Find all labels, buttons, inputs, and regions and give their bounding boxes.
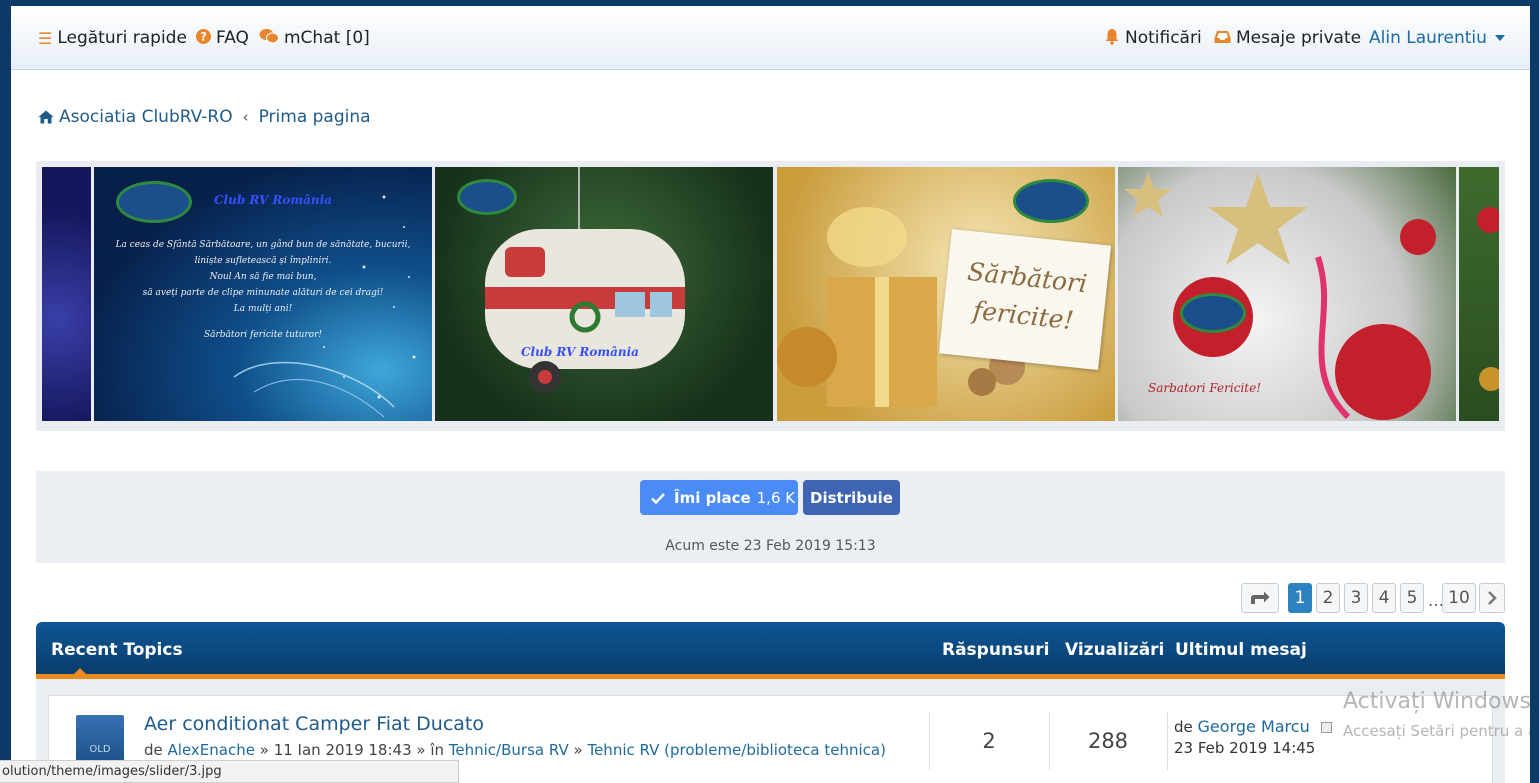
- recent-topics-title: Recent Topics: [51, 640, 183, 660]
- chevron-right-icon: [1488, 591, 1497, 605]
- facebook-like-button[interactable]: Îmi place 1,6 K: [640, 480, 798, 515]
- slide4-caption: Sarbatori Fericite!: [1148, 381, 1262, 395]
- like-count: 1,6 K: [756, 488, 796, 507]
- topic-replies-count: 2: [982, 729, 996, 753]
- share-arrow-icon: [1251, 591, 1270, 604]
- social-panel: Îmi place 1,6 K Distribuie Acum este 23 …: [36, 471, 1505, 563]
- slide-gift-card: Sărbători fericite!: [777, 167, 1115, 421]
- topic-title-link[interactable]: Aer conditionat Camper Fiat Ducato: [144, 713, 484, 735]
- greeting-card: Sărbători fericite!: [938, 228, 1112, 371]
- page-button-3[interactable]: 3: [1344, 583, 1368, 613]
- slide-partial-left: [42, 167, 91, 421]
- forum-separator: »: [573, 741, 583, 759]
- club-logo: [457, 179, 517, 215]
- club-logo: [1013, 179, 1089, 223]
- page: ☰ Legături rapide ? FAQ mChat [0] Notifi…: [11, 6, 1530, 783]
- username: Alin Laurentiu: [1369, 28, 1487, 48]
- topic-meta: de AlexEnache » 11 Ian 2019 18:43 » în T…: [144, 741, 886, 759]
- facebook-share-button[interactable]: Distribuie: [803, 480, 900, 515]
- chat-bubbles-icon: [259, 28, 279, 48]
- mchat-label: mChat [0]: [284, 28, 370, 48]
- topic-date: » 11 Ian 2019 18:43 » în: [259, 741, 444, 759]
- breadcrumb-home-link[interactable]: Asociatia ClubRV-RO: [59, 107, 233, 127]
- faq-label: FAQ: [216, 28, 249, 48]
- windows-activation-subtitle: Accesați Setări pentru a activa Windows.: [1343, 722, 1530, 740]
- slide1-brand: Club RV România: [214, 193, 332, 207]
- ornament-ball: [1479, 367, 1499, 391]
- image-slider[interactable]: Club RV România La ceas de Sfântă Sărbăt…: [36, 161, 1505, 431]
- breadcrumb-current-link[interactable]: Prima pagina: [259, 107, 371, 127]
- notifications-link[interactable]: Notificări: [1104, 26, 1202, 50]
- page-button-4[interactable]: 4: [1372, 583, 1396, 613]
- page-button-5[interactable]: 5: [1400, 583, 1424, 613]
- last-post-date: 23 Feb 2019 14:45: [1174, 739, 1316, 757]
- views-column-header: Vizualizări: [1065, 640, 1165, 660]
- slide1-spacer: [100, 317, 426, 327]
- pagination: 1 2 3 4 5 … 10: [1241, 583, 1511, 613]
- inbox-icon: [1214, 29, 1231, 48]
- question-circle-icon: ?: [196, 28, 211, 48]
- user-menu[interactable]: Alin Laurentiu: [1369, 26, 1505, 50]
- checkmark-icon: [651, 492, 665, 504]
- page-button-1[interactable]: 1: [1288, 583, 1312, 613]
- club-logo: [116, 181, 192, 223]
- card-text-line2: fericite!: [971, 295, 1076, 336]
- top-navbar: ☰ Legături rapide ? FAQ mChat [0] Notifi…: [11, 6, 1530, 70]
- card-text-line1: Sărbători: [966, 256, 1089, 299]
- slide1-line: Sărbători fericite tuturor!: [203, 330, 323, 340]
- header-notch: [74, 668, 86, 674]
- slide-ornaments: Sarbatori Fericite!: [1118, 167, 1456, 421]
- slide2-brand: Club RV România: [521, 345, 639, 359]
- topic-forum-link[interactable]: Tehnic RV (probleme/biblioteca tehnica): [587, 741, 886, 759]
- column-divider: [1167, 712, 1168, 770]
- ornament-ball: [1477, 207, 1499, 233]
- home-icon: [38, 110, 54, 124]
- windows-activation-title: Activați Windows: [1343, 689, 1530, 714]
- topic-author-link[interactable]: AlexEnache: [168, 741, 255, 759]
- slide1-line: să aveți parte de clipe minunate alături…: [142, 288, 384, 298]
- hamburger-icon: ☰: [38, 28, 53, 48]
- topic-by-label: de: [144, 741, 163, 759]
- quick-links-menu[interactable]: ☰ Legături rapide: [38, 26, 187, 50]
- private-messages-label: Mesaje private: [1236, 28, 1362, 48]
- go-to-last-post-icon[interactable]: [1320, 722, 1332, 733]
- last-post-author-link[interactable]: George Marcu: [1198, 717, 1310, 736]
- notifications-label: Notificări: [1125, 28, 1202, 48]
- slide1-line: La mulți ani!: [233, 304, 293, 314]
- breadcrumb: Asociatia ClubRV-RO ‹ Prima pagina: [38, 105, 371, 129]
- recent-topics-header: Recent Topics Răspunsuri Vizualizări Ult…: [36, 622, 1505, 679]
- breadcrumb-separator: ‹: [242, 108, 249, 126]
- page-button-2[interactable]: 2: [1316, 583, 1340, 613]
- slide1-message: La ceas de Sfântă Sărbătoare, un gând bu…: [100, 237, 426, 343]
- browser-status-bar: olution/theme/images/slider/3.jpg: [0, 760, 459, 783]
- mchat-link[interactable]: mChat [0]: [259, 26, 370, 50]
- slide1-line: Noul An să fie mai bun,: [209, 272, 317, 282]
- svg-text:?: ?: [200, 30, 207, 43]
- topic-icon-label: OLD: [89, 744, 111, 755]
- topic-views-count: 288: [1087, 729, 1129, 753]
- club-logo: [1180, 293, 1246, 333]
- jump-to-page-button[interactable]: [1241, 583, 1279, 613]
- last-post-info: de George Marcu 23 Feb 2019 14:45: [1174, 717, 1332, 757]
- current-time: Acum este 23 Feb 2019 15:13: [665, 538, 876, 554]
- page-button-10[interactable]: 10: [1442, 583, 1476, 613]
- caret-down-icon: [1494, 35, 1505, 41]
- bell-icon: [1104, 28, 1120, 49]
- slide-greeting: Club RV România La ceas de Sfântă Sărbăt…: [94, 167, 432, 421]
- last-post-by-label: de: [1174, 718, 1193, 736]
- slide-partial-right: [1459, 167, 1499, 421]
- private-messages-link[interactable]: Mesaje private: [1214, 26, 1361, 50]
- next-page-button[interactable]: [1479, 583, 1505, 613]
- last-post-column-header: Ultimul mesaj: [1175, 640, 1307, 660]
- topic-old-icon: OLD: [76, 715, 124, 765]
- slide1-line: La ceas de Sfântă Sărbătoare, un gând bu…: [115, 240, 411, 250]
- slide1-line: liniște sufletească și împliniri.: [194, 256, 332, 266]
- faq-link[interactable]: ? FAQ: [196, 26, 249, 50]
- replies-column-header: Răspunsuri: [942, 640, 1050, 660]
- slide-caravan-ornament: Club RV România: [435, 167, 773, 421]
- like-label: Îmi place: [674, 488, 751, 507]
- topic-parent-forum-link[interactable]: Tehnic/Bursa RV: [449, 741, 569, 759]
- quick-links-label: Legături rapide: [57, 28, 187, 48]
